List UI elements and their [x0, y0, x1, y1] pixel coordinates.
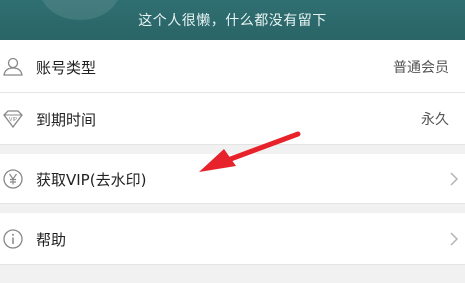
expiry-value: 永久: [421, 112, 449, 128]
get-vip-label: 获取VIP(去水印): [36, 171, 147, 189]
chevron-right-icon: [450, 232, 459, 246]
chevron-right-icon: [450, 172, 459, 186]
info-icon: [3, 229, 23, 249]
account-type-row: 账号类型 普通会员: [0, 40, 465, 93]
svg-text:VIP: VIP: [9, 117, 17, 123]
get-vip-row[interactable]: 获取VIP(去水印): [0, 154, 465, 204]
user-icon: [3, 57, 23, 76]
profile-motto: 这个人很懒，什么都没有留下: [138, 13, 327, 29]
expiry-row: VIP 到期时间 永久: [0, 93, 465, 145]
account-type-value: 普通会员: [393, 60, 449, 76]
vip-diamond-icon: VIP: [3, 110, 23, 129]
account-type-label: 账号类型: [36, 59, 97, 77]
yen-icon: [3, 169, 23, 189]
help-label: 帮助: [36, 231, 67, 249]
profile-header: 这个人很懒，什么都没有留下: [0, 0, 465, 40]
expiry-label: 到期时间: [36, 111, 97, 129]
help-row[interactable]: 帮助: [0, 213, 465, 265]
